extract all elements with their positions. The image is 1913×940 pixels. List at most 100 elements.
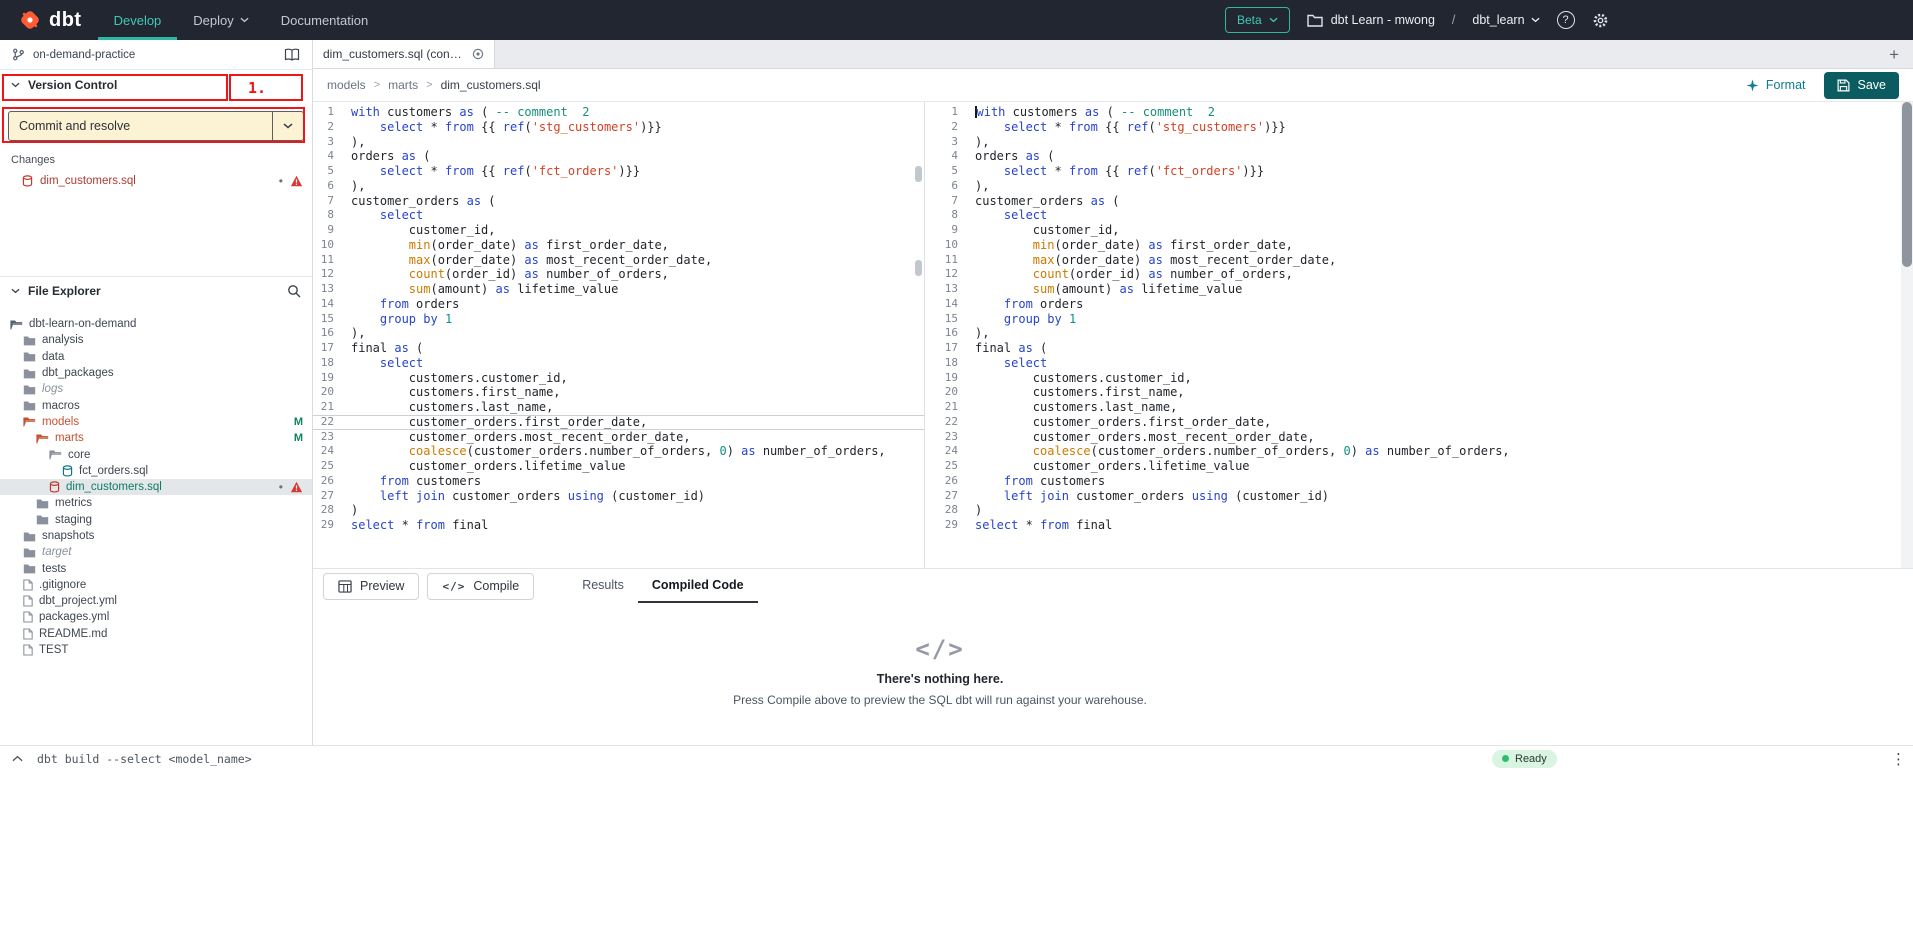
code-line-19[interactable]: 19 customers.customer_id,: [937, 371, 1913, 386]
nav-develop[interactable]: Develop: [98, 0, 178, 40]
code-line-15[interactable]: 15 group by 1: [313, 312, 924, 327]
code-line-1[interactable]: 1with customers as ( -- comment 2: [313, 105, 924, 120]
file-tree-item-README.md[interactable]: README.md: [0, 626, 312, 642]
code-line-2[interactable]: 2 select * from {{ ref('stg_customers')}…: [937, 120, 1913, 135]
vertical-scrollbar[interactable]: [1901, 102, 1913, 568]
file-tree-item-TEST[interactable]: TEST: [0, 642, 312, 658]
version-control-header[interactable]: Version Control: [0, 70, 312, 100]
file-tree-item-metrics[interactable]: metrics: [0, 495, 312, 511]
breadcrumb-marts[interactable]: marts: [388, 78, 418, 92]
command-input[interactable]: dbt build --select <model_name>: [37, 752, 252, 766]
code-line-11[interactable]: 11 max(order_date) as most_recent_order_…: [313, 253, 924, 268]
file-tree-item-packages.yml[interactable]: packages.yml: [0, 609, 312, 625]
preview-button[interactable]: Preview: [323, 573, 419, 600]
code-line-21[interactable]: 21 customers.last_name,: [313, 400, 924, 415]
code-line-28[interactable]: 28): [937, 503, 1913, 518]
nav-documentation[interactable]: Documentation: [265, 0, 384, 40]
code-line-25[interactable]: 25 customer_orders.lifetime_value: [937, 459, 1913, 474]
code-line-22[interactable]: 22 customer_orders.first_order_date,: [313, 415, 924, 430]
code-line-21[interactable]: 21 customers.last_name,: [937, 400, 1913, 415]
file-tree-item-analysis[interactable]: analysis: [0, 332, 312, 348]
beta-dropdown[interactable]: Beta: [1225, 7, 1290, 33]
code-line-10[interactable]: 10 min(order_date) as first_order_date,: [313, 238, 924, 253]
file-tree-item-staging[interactable]: staging: [0, 512, 312, 528]
file-tree-item-snapshots[interactable]: snapshots: [0, 528, 312, 544]
file-tree-item-dbt_packages[interactable]: dbt_packages: [0, 365, 312, 381]
editor-pane-right[interactable]: 1with customers as ( -- comment 22 selec…: [925, 102, 1913, 568]
code-line-23[interactable]: 23 customer_orders.most_recent_order_dat…: [313, 430, 924, 445]
code-line-20[interactable]: 20 customers.first_name,: [313, 385, 924, 400]
code-line-19[interactable]: 19 customers.customer_id,: [313, 371, 924, 386]
code-line-8[interactable]: 8 select: [937, 208, 1913, 223]
code-line-14[interactable]: 14 from orders: [313, 297, 924, 312]
code-line-26[interactable]: 26 from customers: [937, 474, 1913, 489]
code-line-28[interactable]: 28): [313, 503, 924, 518]
expand-command-bar-icon[interactable]: [12, 755, 23, 762]
file-tree-item-core[interactable]: core: [0, 446, 312, 462]
file-tree-item-models[interactable]: modelsM: [0, 414, 312, 430]
file-tree-item-dbt-learn-on-demand[interactable]: dbt-learn-on-demand: [0, 316, 312, 332]
code-line-16[interactable]: 16),: [937, 326, 1913, 341]
code-line-17[interactable]: 17final as (: [937, 341, 1913, 356]
help-icon[interactable]: ?: [1557, 11, 1575, 29]
code-line-27[interactable]: 27 left join customer_orders using (cust…: [313, 489, 924, 504]
code-line-5[interactable]: 5 select * from {{ ref('fct_orders')}}: [937, 164, 1913, 179]
commit-and-resolve-button[interactable]: Commit and resolve: [8, 111, 304, 141]
tab-results[interactable]: Results: [568, 569, 638, 603]
code-line-16[interactable]: 16),: [313, 326, 924, 341]
code-line-27[interactable]: 27 left join customer_orders using (cust…: [937, 489, 1913, 504]
docs-book-icon[interactable]: [284, 48, 300, 61]
code-line-26[interactable]: 26 from customers: [313, 474, 924, 489]
file-tree-item-.gitignore[interactable]: .gitignore: [0, 577, 312, 593]
code-line-6[interactable]: 6),: [937, 179, 1913, 194]
code-line-2[interactable]: 2 select * from {{ ref('stg_customers')}…: [313, 120, 924, 135]
project-selector[interactable]: dbt Learn - mwong: [1307, 13, 1435, 27]
diff-scrollbar[interactable]: [914, 102, 922, 568]
code-line-9[interactable]: 9 customer_id,: [313, 223, 924, 238]
changed-file-row[interactable]: dim_customers.sql •: [0, 172, 312, 190]
code-line-3[interactable]: 3),: [313, 135, 924, 150]
file-tree-item-target[interactable]: target: [0, 544, 312, 560]
dbt-logo[interactable]: dbt: [0, 8, 98, 32]
code-line-3[interactable]: 3),: [937, 135, 1913, 150]
commit-options-chevron[interactable]: [272, 112, 303, 140]
code-line-10[interactable]: 10 min(order_date) as first_order_date,: [937, 238, 1913, 253]
compile-button[interactable]: </> Compile: [427, 573, 534, 600]
code-line-20[interactable]: 20 customers.first_name,: [937, 385, 1913, 400]
code-line-4[interactable]: 4orders as (: [313, 149, 924, 164]
code-line-29[interactable]: 29select * from final: [937, 518, 1913, 533]
code-line-17[interactable]: 17final as (: [313, 341, 924, 356]
code-line-15[interactable]: 15 group by 1: [937, 312, 1913, 327]
code-line-9[interactable]: 9 customer_id,: [937, 223, 1913, 238]
code-line-23[interactable]: 23 customer_orders.most_recent_order_dat…: [937, 430, 1913, 445]
new-tab-button[interactable]: +: [1889, 46, 1899, 63]
format-button[interactable]: Format: [1746, 78, 1806, 92]
code-line-8[interactable]: 8 select: [313, 208, 924, 223]
save-button[interactable]: Save: [1824, 72, 1900, 99]
code-line-7[interactable]: 7customer_orders as (: [937, 194, 1913, 209]
code-line-12[interactable]: 12 count(order_id) as number_of_orders,: [937, 267, 1913, 282]
file-tree-item-logs[interactable]: logs: [0, 381, 312, 397]
breadcrumb-models[interactable]: models: [327, 78, 366, 92]
code-line-7[interactable]: 7customer_orders as (: [313, 194, 924, 209]
editor-pane-left[interactable]: 1with customers as ( -- comment 22 selec…: [313, 102, 925, 568]
current-branch-row[interactable]: on-demand-practice: [0, 40, 312, 70]
code-line-18[interactable]: 18 select: [313, 356, 924, 371]
tab-compiled-code[interactable]: Compiled Code: [638, 569, 758, 603]
more-options-icon[interactable]: ⋮: [1891, 750, 1906, 768]
file-explorer-header[interactable]: File Explorer: [0, 276, 312, 304]
tab-dim-customers-sql[interactable]: dim_customers.sql (confli...: [313, 40, 495, 68]
file-tree-item-fct_orders.sql[interactable]: fct_orders.sql: [0, 463, 312, 479]
code-line-24[interactable]: 24 coalesce(customer_orders.number_of_or…: [937, 444, 1913, 459]
file-tree-item-dim_customers.sql[interactable]: dim_customers.sql•: [0, 479, 312, 495]
code-line-13[interactable]: 13 sum(amount) as lifetime_value: [937, 282, 1913, 297]
code-line-12[interactable]: 12 count(order_id) as number_of_orders,: [313, 267, 924, 282]
code-line-4[interactable]: 4orders as (: [937, 149, 1913, 164]
code-line-18[interactable]: 18 select: [937, 356, 1913, 371]
code-line-25[interactable]: 25 customer_orders.lifetime_value: [313, 459, 924, 474]
settings-gear-icon[interactable]: [1592, 12, 1609, 29]
file-tree-item-macros[interactable]: macros: [0, 397, 312, 413]
code-line-5[interactable]: 5 select * from {{ ref('fct_orders')}}: [313, 164, 924, 179]
code-line-14[interactable]: 14 from orders: [937, 297, 1913, 312]
file-tree-item-marts[interactable]: martsM: [0, 430, 312, 446]
